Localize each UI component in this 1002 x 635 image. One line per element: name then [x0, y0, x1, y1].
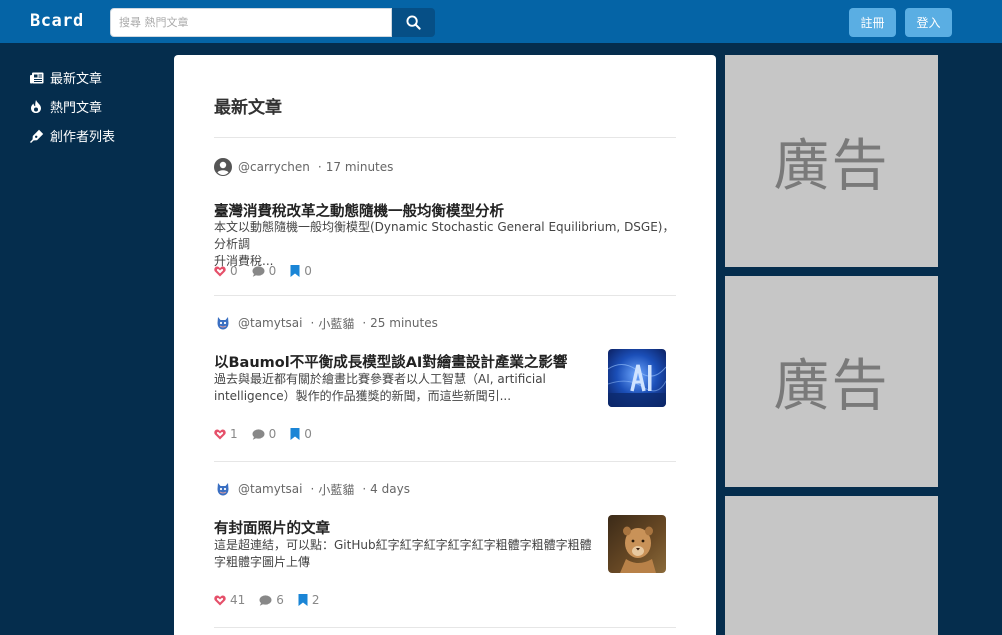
post-time: 17 minutes — [325, 160, 394, 174]
excerpt-line: 這是超連結，可以點：GitHub紅字紅字紅字紅字紅字粗體字粗體字粗體 — [214, 538, 592, 552]
login-button[interactable]: 登入 — [905, 8, 952, 37]
excerpt-line: 字粗體字圖片上傳 — [214, 555, 311, 569]
comment-icon — [252, 265, 265, 277]
article-title[interactable]: 以Baumol不平衡成長模型談AI對繪畫設計產業之影響 — [214, 351, 567, 372]
user-avatar-icon[interactable] — [214, 158, 232, 176]
bookmark-icon — [290, 265, 300, 277]
bookmark-count: 0 — [304, 264, 312, 278]
sidebar-item-latest[interactable]: 最新文章 — [30, 63, 170, 92]
meta-separator: · — [362, 316, 367, 330]
article-thumbnail[interactable] — [608, 349, 666, 407]
pen-icon — [30, 129, 50, 143]
meta-separator: · — [310, 316, 315, 330]
article-stats: 0 0 0 — [214, 264, 326, 278]
search-icon — [406, 15, 421, 30]
bookmark-button[interactable]: 0 — [290, 264, 312, 278]
meta-separator: · — [310, 482, 315, 496]
sidebar-item-label: 熱門文章 — [50, 101, 103, 116]
comment-count: 0 — [268, 264, 277, 278]
like-button[interactable]: 41 — [214, 593, 245, 607]
article-stats: 41 6 2 — [214, 593, 334, 607]
sidebar: 最新文章 熱門文章 創作者列表 — [30, 63, 170, 150]
meta-separator: · — [362, 482, 367, 496]
excerpt-line: intelligence）製作的作品獲獎的新聞，而這些新聞引... — [214, 389, 512, 403]
heart-icon — [214, 595, 226, 605]
comment-button[interactable]: 6 — [259, 593, 284, 607]
post-time: 25 minutes — [370, 316, 438, 330]
excerpt-line: 本文以動態隨機一般均衡模型(Dynamic Stochastic General… — [214, 220, 675, 251]
sidebar-item-popular[interactable]: 熱門文章 — [30, 92, 170, 121]
article-thumbnail[interactable] — [608, 515, 666, 573]
bookmark-icon — [298, 594, 308, 606]
article-stats: 1 0 0 — [214, 427, 326, 441]
comment-count: 0 — [268, 427, 277, 441]
author-name[interactable]: @tamytsai — [238, 482, 303, 496]
comment-button[interactable]: 0 — [252, 264, 277, 278]
article-item[interactable]: @carrychen · 17 minutes 臺灣消費稅改革之動態隨機一般均衡… — [214, 138, 676, 295]
ad-banner[interactable]: 廣告 — [725, 276, 938, 487]
newspaper-icon — [30, 72, 50, 84]
article-title[interactable]: 有封面照片的文章 — [214, 517, 330, 538]
bookmark-icon — [290, 428, 300, 440]
excerpt-line: 過去與最近都有關於繪畫比賽參賽者以人工智慧（AI, artificial — [214, 372, 546, 386]
lion-cover-image — [608, 515, 666, 573]
search-input[interactable] — [110, 8, 392, 37]
article-title[interactable]: 臺灣消費稅改革之動態隨機一般均衡模型分析 — [214, 200, 504, 221]
heart-icon — [214, 266, 226, 276]
bookmark-button[interactable]: 2 — [298, 593, 320, 607]
post-time: 4 days — [370, 482, 410, 496]
article-excerpt: 過去與最近都有關於繪畫比賽參賽者以人工智慧（AI, artificial int… — [214, 371, 546, 405]
like-count: 0 — [230, 264, 238, 278]
like-count: 41 — [230, 593, 246, 607]
like-button[interactable]: 0 — [214, 264, 238, 278]
sidebar-item-label: 創作者列表 — [50, 130, 116, 145]
bookmark-button[interactable]: 0 — [290, 427, 312, 441]
divider — [214, 627, 676, 628]
like-count: 1 — [230, 427, 238, 441]
board-name[interactable]: 小藍貓 — [318, 481, 354, 498]
register-button[interactable]: 註冊 — [849, 8, 896, 37]
site-logo[interactable]: Bcard — [30, 11, 84, 31]
bookmark-count: 0 — [304, 427, 312, 441]
article-meta: @carrychen · 17 minutes — [214, 158, 393, 176]
article-excerpt: 這是超連結，可以點：GitHub紅字紅字紅字紅字紅字粗體字粗體字粗體 字粗體字圖… — [214, 537, 592, 571]
article-feed: 最新文章 @carrychen · 17 minutes 臺灣消費稅改革之動態隨… — [174, 55, 716, 635]
comment-button[interactable]: 0 — [252, 427, 277, 441]
article-meta: @tamytsai · 小藍貓 · 4 days — [214, 480, 410, 498]
page-title: 最新文章 — [214, 98, 282, 118]
like-button[interactable]: 1 — [214, 427, 238, 441]
meta-separator: · — [317, 160, 322, 174]
comment-count: 6 — [276, 593, 284, 607]
article-meta: @tamytsai · 小藍貓 · 25 minutes — [214, 314, 438, 332]
bookmark-count: 2 — [311, 593, 320, 607]
sidebar-item-label: 最新文章 — [50, 72, 103, 87]
ad-banner[interactable]: 廣告 — [725, 55, 938, 267]
article-item[interactable]: @tamytsai · 小藍貓 · 4 days 有封面照片的文章 這是超連結，… — [214, 462, 676, 627]
article-excerpt: 本文以動態隨機一般均衡模型(Dynamic Stochastic General… — [214, 219, 676, 270]
sidebar-item-creators[interactable]: 創作者列表 — [30, 121, 170, 150]
ai-cover-image — [608, 349, 666, 407]
top-navbar: Bcard 註冊 登入 — [0, 0, 1002, 43]
article-item[interactable]: @tamytsai · 小藍貓 · 25 minutes 以Baumol不平衡成… — [214, 296, 676, 461]
cat-avatar-icon[interactable] — [214, 480, 232, 498]
ad-banner[interactable] — [725, 496, 938, 635]
cat-avatar-icon[interactable] — [214, 314, 232, 332]
board-name[interactable]: 小藍貓 — [318, 315, 354, 332]
comment-icon — [259, 594, 272, 606]
author-name[interactable]: @carrychen — [238, 160, 310, 174]
author-name[interactable]: @tamytsai — [238, 316, 303, 330]
comment-icon — [252, 428, 265, 440]
search-button[interactable] — [392, 8, 435, 37]
heart-icon — [214, 429, 226, 439]
fire-icon — [30, 100, 50, 113]
